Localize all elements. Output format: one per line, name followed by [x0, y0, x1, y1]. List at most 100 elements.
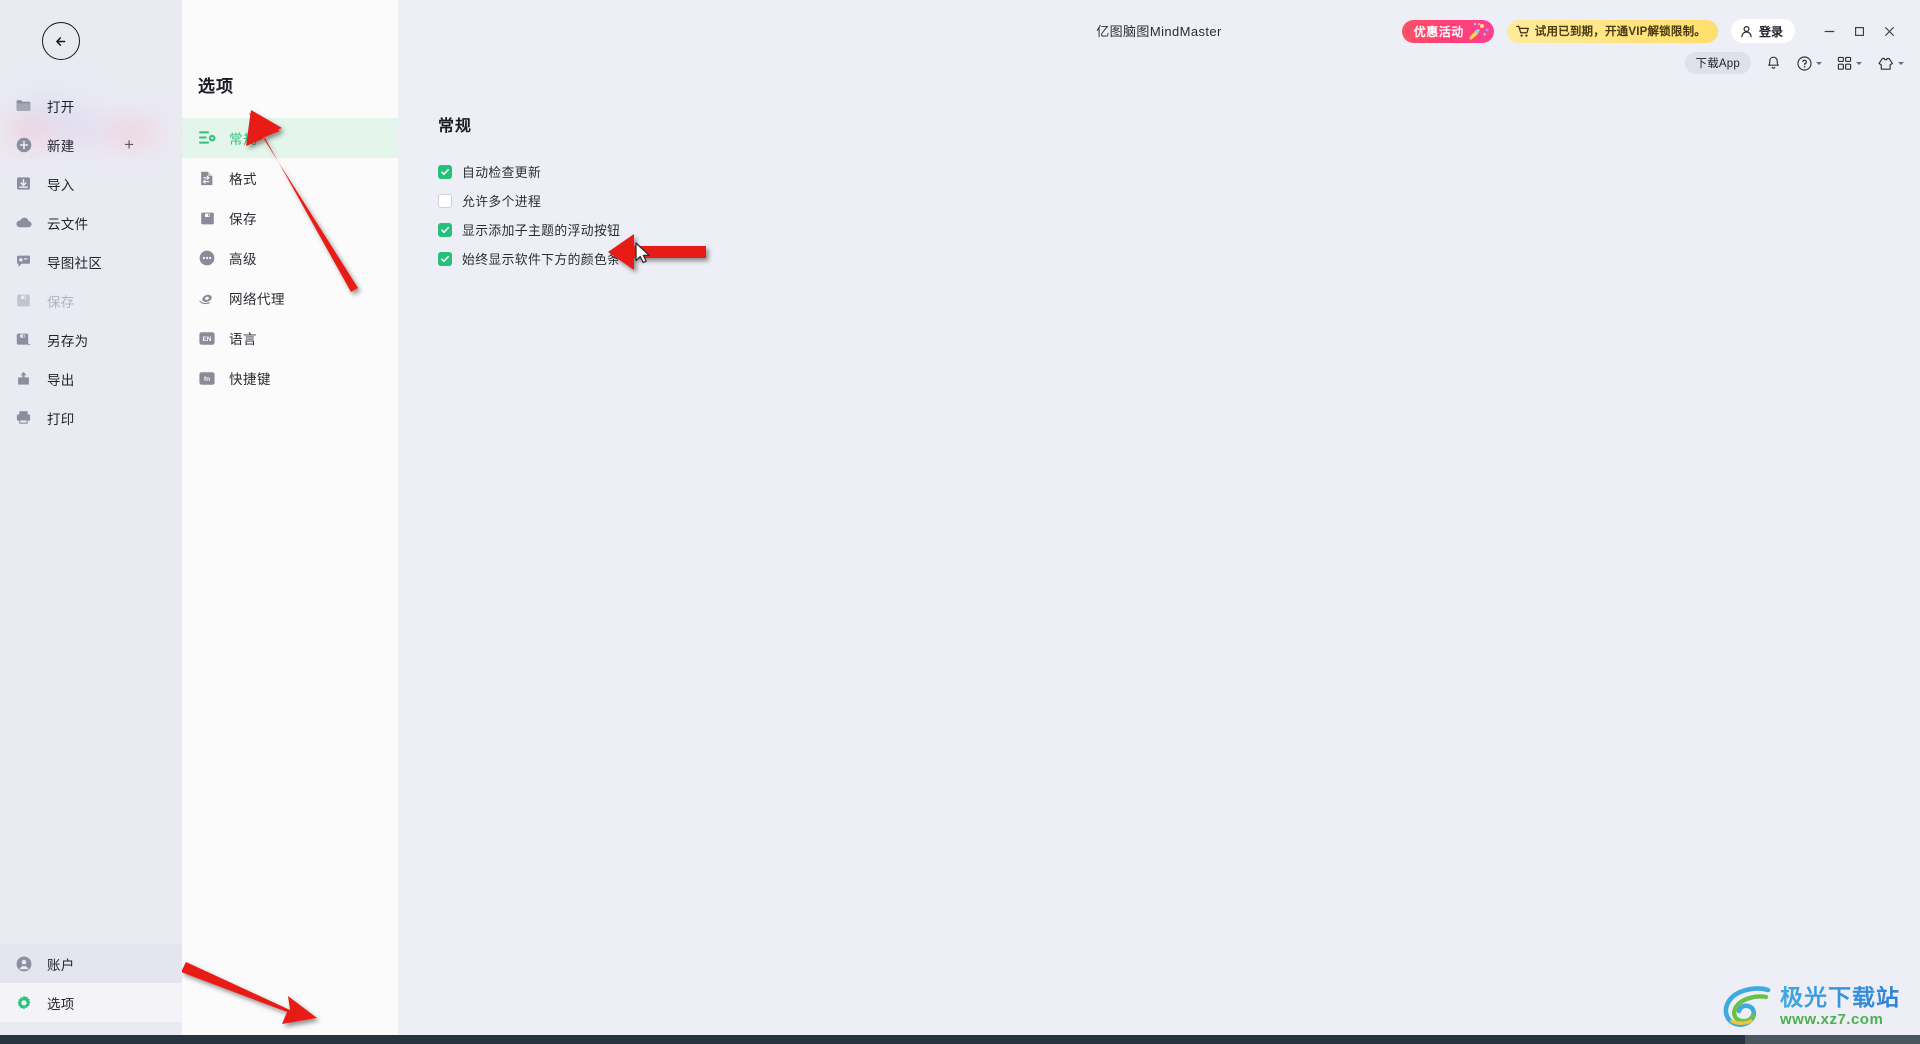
sidebar-nav-list: 打开 新建 + 导入 云文件 导图社区 保存 另存为 导出 打印	[0, 82, 182, 437]
notification-button[interactable]	[1765, 55, 1782, 72]
chevron-down-icon	[1856, 61, 1862, 65]
vip-banner-label: 试用已到期，开通VIP解锁限制。	[1534, 26, 1706, 38]
login-label: 登录	[1758, 24, 1783, 39]
sidebar-item-new[interactable]: 新建 +	[0, 125, 182, 164]
titlebar-right-controls: 优惠活动 试用已到期，开通VIP解锁限制。 登录	[1401, 18, 1904, 44]
back-button-wrapper	[0, 0, 182, 82]
window-controls	[1814, 18, 1904, 44]
minimize-button[interactable]	[1814, 18, 1844, 44]
sidebar-item-label: 导图社区	[47, 255, 103, 271]
sidebar-item-label: 云文件	[47, 216, 89, 232]
options-item-advanced[interactable]: 高级	[182, 238, 398, 278]
cloud-icon	[14, 213, 33, 232]
setting-label: 允许多个进程	[462, 194, 542, 209]
options-item-label: 网络代理	[229, 292, 285, 307]
options-item-language[interactable]: EN 语言	[182, 318, 398, 358]
checkbox-checked-icon[interactable]	[438, 251, 452, 266]
sidebar-item-export[interactable]: 导出	[0, 359, 182, 398]
promo-activity-badge[interactable]: 优惠活动	[1401, 19, 1494, 43]
grid-apps-icon	[1837, 56, 1852, 70]
bottom-bar-segment	[1745, 1035, 1920, 1044]
sidebar-item-options[interactable]: 选项	[0, 983, 182, 1022]
main-content: 常规 自动检查更新 允许多个进程 显示添加子主题的浮动按钮 始终显示软件下方的颜…	[398, 0, 1920, 1036]
checkbox-checked-icon[interactable]	[438, 222, 452, 237]
apps-grid-button[interactable]	[1836, 55, 1862, 72]
minimize-icon	[1824, 30, 1834, 32]
checkbox-checked-icon[interactable]	[438, 164, 452, 179]
sidebar-item-save-as[interactable]: 另存为	[0, 320, 182, 359]
chevron-down-icon	[1898, 61, 1904, 65]
close-button[interactable]	[1874, 18, 1904, 44]
user-circle-icon	[14, 954, 33, 973]
checkbox-unchecked-icon[interactable]	[438, 193, 452, 208]
options-panel-title: 选项	[198, 77, 234, 96]
download-app-button[interactable]: 下载App	[1684, 52, 1751, 74]
sidebar-item-account[interactable]: 账户	[0, 944, 182, 983]
sidebar-item-label: 账户	[47, 957, 75, 973]
setting-show-float-button[interactable]: 显示添加子主题的浮动按钮	[438, 215, 620, 244]
options-item-save[interactable]: 保存	[182, 198, 398, 238]
shopping-cart-icon	[1515, 25, 1529, 37]
print-icon	[14, 408, 33, 427]
network-icon	[198, 289, 216, 307]
chevron-down-icon	[1816, 61, 1822, 65]
sidebar-bottom-nav: 账户 选项	[0, 944, 182, 1036]
shirt-theme-icon	[1878, 57, 1893, 70]
setting-label: 自动检查更新	[462, 165, 542, 180]
help-button[interactable]	[1796, 55, 1822, 72]
options-item-format[interactable]: 格式	[182, 158, 398, 198]
fn-key-icon: fn	[198, 369, 216, 387]
options-item-label: 常规	[229, 132, 257, 147]
section-title: 常规	[438, 118, 473, 135]
application-window: 打开 新建 + 导入 云文件 导图社区 保存 另存为 导出 打印 账户 选项 选…	[0, 0, 1920, 1044]
options-item-label: 快捷键	[229, 372, 271, 387]
setting-always-show-color-bar[interactable]: 始终显示软件下方的颜色条	[438, 244, 620, 273]
options-item-label: 语言	[229, 332, 257, 347]
close-icon	[1884, 26, 1894, 36]
en-icon: EN	[198, 329, 216, 347]
options-panel: 选项 常规 格式 保存 高级 网络代理 EN 语言 fn 快捷键	[182, 0, 398, 1036]
ellipsis-icon	[198, 249, 216, 267]
options-item-network-proxy[interactable]: 网络代理	[182, 278, 398, 318]
sidebar-item-import[interactable]: 导入	[0, 164, 182, 203]
save-as-icon	[14, 330, 33, 349]
theme-button[interactable]	[1876, 55, 1904, 72]
plus-circle-icon	[14, 135, 33, 154]
sidebar-item-label: 导入	[47, 177, 75, 193]
arrow-left-icon	[55, 36, 65, 46]
gear-icon	[14, 993, 33, 1012]
svg-text:EN: EN	[203, 335, 212, 342]
sidebar-item-open[interactable]: 打开	[0, 86, 182, 125]
sidebar-item-label: 另存为	[47, 333, 89, 349]
options-item-shortcuts[interactable]: fn 快捷键	[182, 358, 398, 398]
sidebar-item-community[interactable]: 导图社区	[0, 242, 182, 281]
sidebar-item-label: 导出	[47, 372, 75, 388]
back-button[interactable]	[42, 22, 80, 60]
setting-allow-multi-process[interactable]: 允许多个进程	[438, 186, 620, 215]
setting-auto-check-update[interactable]: 自动检查更新	[438, 157, 620, 186]
export-icon	[14, 369, 33, 388]
options-item-general[interactable]: 常规	[182, 118, 398, 158]
vip-trial-expired-banner[interactable]: 试用已到期，开通VIP解锁限制。	[1506, 19, 1718, 43]
sidebar-item-label: 打印	[47, 411, 75, 427]
login-button[interactable]: 登录	[1730, 19, 1795, 43]
setting-label: 显示添加子主题的浮动按钮	[462, 223, 621, 238]
user-icon	[1741, 25, 1752, 37]
sidebar-item-label: 新建	[47, 138, 75, 154]
options-nav-list: 常规 格式 保存 高级 网络代理 EN 语言 fn 快捷键	[182, 118, 398, 398]
sidebar-item-label: 选项	[47, 996, 75, 1012]
sidebar-item-cloud-files[interactable]: 云文件	[0, 203, 182, 242]
floppy-icon	[198, 209, 216, 227]
maximize-button[interactable]	[1844, 18, 1874, 44]
sidebar-item-label: 打开	[47, 99, 75, 115]
setting-label: 始终显示软件下方的颜色条	[462, 252, 621, 267]
promo-badge-label: 优惠活动	[1413, 24, 1464, 39]
bell-icon	[1768, 56, 1779, 69]
confetti-icon	[1468, 22, 1489, 40]
maximize-icon	[1854, 26, 1864, 36]
download-app-label: 下载App	[1695, 58, 1740, 70]
sidebar-item-save: 保存	[0, 281, 182, 320]
sidebar-item-print[interactable]: 打印	[0, 398, 182, 437]
new-add-button[interactable]: +	[124, 136, 134, 153]
